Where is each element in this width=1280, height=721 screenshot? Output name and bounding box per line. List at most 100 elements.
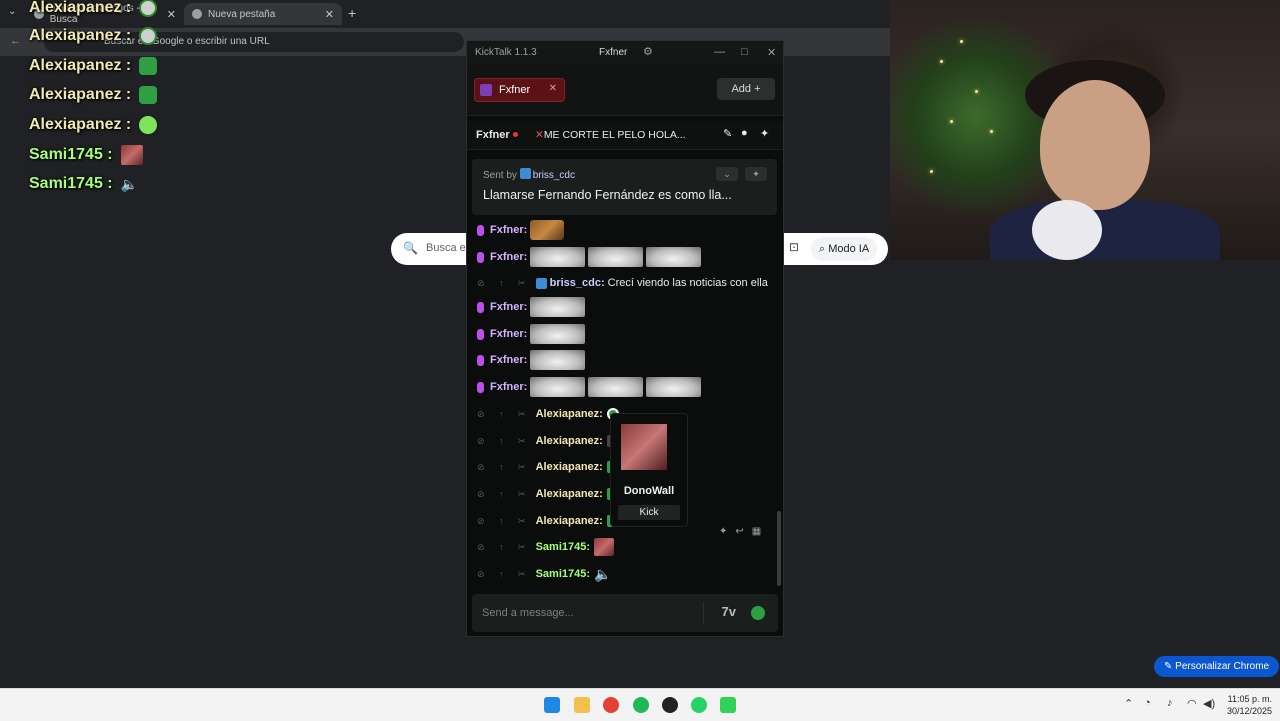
kick-emote-icon[interactable] [751,606,765,620]
obs-icon[interactable] [662,697,678,713]
chat-message: ⊘ ↑ ✂ Alexiapanez: [477,403,619,425]
overlay-chat-row: Sami1745 : 🔈 [29,175,139,193]
emote-icon[interactable] [530,377,586,397]
chat-username[interactable]: Sami1745: [536,541,590,553]
speaker-icon[interactable]: 🔈 [594,565,612,583]
new-tab-button[interactable]: + [348,5,356,21]
mod-actions-icon[interactable]: ⊘ ↑ ✂ [477,542,532,553]
maximize-icon[interactable]: □ [741,46,748,58]
pin-icon[interactable]: ✦ [719,526,735,537]
lens-icon[interactable]: ⊡ [789,240,799,254]
kicktalk-icon[interactable] [720,697,736,713]
overlay-chat-row: Alexiapanez : [29,27,158,45]
add-label: Add [731,83,752,95]
emote-icon [139,86,158,104]
emote-icon[interactable] [646,377,702,397]
close-icon[interactable]: ✕ [325,8,334,21]
chat-username[interactable]: Alexiapanez: [536,488,603,500]
ai-mode-icon: ⌕ [819,243,829,255]
streamer-badge-icon [477,251,484,263]
minimize-icon[interactable]: — [714,46,725,58]
microphone-icon [1032,200,1102,260]
close-icon[interactable]: ✕ [167,8,176,21]
mod-actions-icon[interactable]: ⊘ ↑ ✂ [477,516,532,527]
network-icon[interactable]: ◔ [1144,697,1151,709]
badge-icon [535,277,547,289]
chat-username[interactable]: Alexiapanez: [536,461,603,473]
chat-username[interactable]: Fxfner: [490,328,527,340]
chat-username[interactable]: Alexiapanez: [536,435,603,447]
chat-username[interactable]: Alexiapanez: [536,408,603,420]
emote-icon[interactable] [594,538,615,556]
browser-tab-new[interactable]: Nueva pestaña ✕ [184,3,342,25]
kicktalk-titlebar: KickTalk 1.1.3 Fxfner ⚙ — □ ✕ [467,41,783,65]
tab-search-icon[interactable]: ⌄ [8,6,16,17]
mod-actions-icon[interactable]: ⊘ ↑ ✂ [477,489,532,500]
overlay-chat-row: Alexiapanez : [29,0,158,17]
emote-icon[interactable] [530,350,586,370]
message-input[interactable]: Send a message... [482,607,574,619]
stream-title: ✕ME CORTE EL PELO HOLA... [535,129,686,141]
current-user[interactable]: Fxfner [599,47,627,58]
emote-icon[interactable] [530,324,586,344]
chrome-icon[interactable] [603,697,619,713]
tab-fxfner[interactable]: Fxfner ✕ [474,78,565,102]
emote-icon[interactable] [588,247,644,267]
streamer-badge-icon [477,381,484,393]
file-explorer-icon[interactable] [574,697,590,713]
pinned-message: Sent by briss_cdc ⌄ ✦ Llamarse Fernando … [472,159,777,215]
chat-username[interactable]: Sami1745: [536,568,590,580]
chat-username[interactable]: briss_cdc: [550,277,605,289]
gear-icon[interactable]: ⚙ [643,45,653,58]
clock[interactable]: 11:05 p. m. 30/12/2025 [1227,693,1272,717]
expand-pinned-icon[interactable]: ⌄ [716,167,738,181]
mod-actions-icon[interactable]: ⊘ ↑ ✂ [477,409,532,420]
user-icon[interactable]: ● [741,127,748,139]
chat-username[interactable]: Fxfner: [490,354,527,366]
chat-username[interactable]: Fxfner: [490,301,527,313]
ai-mode-button[interactable]: ⌕ Modo IA [811,237,878,261]
overlay-chat-row: Alexiapanez : [29,57,158,75]
tray-chevron-icon[interactable]: ⌃ [1124,697,1133,710]
back-icon[interactable]: ← [10,35,21,47]
customize-chrome-button[interactable]: ✎ Personalizar Chrome [1154,656,1280,677]
volume-icon[interactable]: ◀) [1203,697,1215,710]
channel-info-bar: Fxfner ✕ME CORTE EL PELO HOLA... ✎ ● ✦ [467,121,783,150]
chat-username[interactable]: Fxfner: [490,381,527,393]
copy-icon[interactable]: ▦ [752,526,769,537]
badge-icon [519,168,531,179]
emote-icon[interactable] [588,377,644,397]
pencil-icon[interactable]: ✎ [723,127,732,140]
mod-actions-icon[interactable]: ⊘ ↑ ✂ [477,462,532,473]
mod-actions-icon[interactable]: ⊘ ↑ ✂ [477,278,532,289]
emote-icon[interactable] [530,247,586,267]
microphone-icon[interactable]: ♪ [1167,697,1173,709]
chat-message: Fxfner: [477,323,586,345]
pin-icon[interactable]: ✦ [760,127,769,140]
reply-icon[interactable]: ↩ [735,526,751,537]
mod-actions-icon[interactable]: ⊘ ↑ ✂ [477,569,532,580]
chat-message: ⊘ ↑ ✂ Alexiapanez: [477,430,617,452]
search-placeholder: Busca en [426,242,472,254]
spotify-icon[interactable] [633,697,649,713]
close-icon[interactable]: ✕ [767,46,776,59]
wifi-icon[interactable]: ◠ [1187,697,1197,710]
emote-icon[interactable] [530,220,565,240]
whatsapp-icon[interactable] [691,697,707,713]
7tv-emote-icon[interactable]: 7v [722,604,736,619]
overlay-username: Alexiapanez : [29,57,132,74]
chat-username[interactable]: Fxfner: [490,251,527,263]
mod-actions-icon[interactable]: ⊘ ↑ ✂ [477,436,532,447]
chat-username[interactable]: Fxfner: [490,224,527,236]
emote-icon[interactable] [646,247,702,267]
chat-scrollbar[interactable] [777,511,781,586]
add-channel-button[interactable]: Add + [717,78,775,100]
windows-start-icon[interactable] [544,697,560,713]
overlay-username: Sami1745 : [29,146,113,163]
message-composer: Send a message... 7v [472,594,778,632]
emote-icon[interactable] [530,297,586,317]
unpin-icon[interactable]: ✦ [745,167,767,181]
close-tab-icon[interactable]: ✕ [549,83,557,94]
webcam-feed [890,0,1280,260]
chat-username[interactable]: Alexiapanez: [536,515,603,527]
